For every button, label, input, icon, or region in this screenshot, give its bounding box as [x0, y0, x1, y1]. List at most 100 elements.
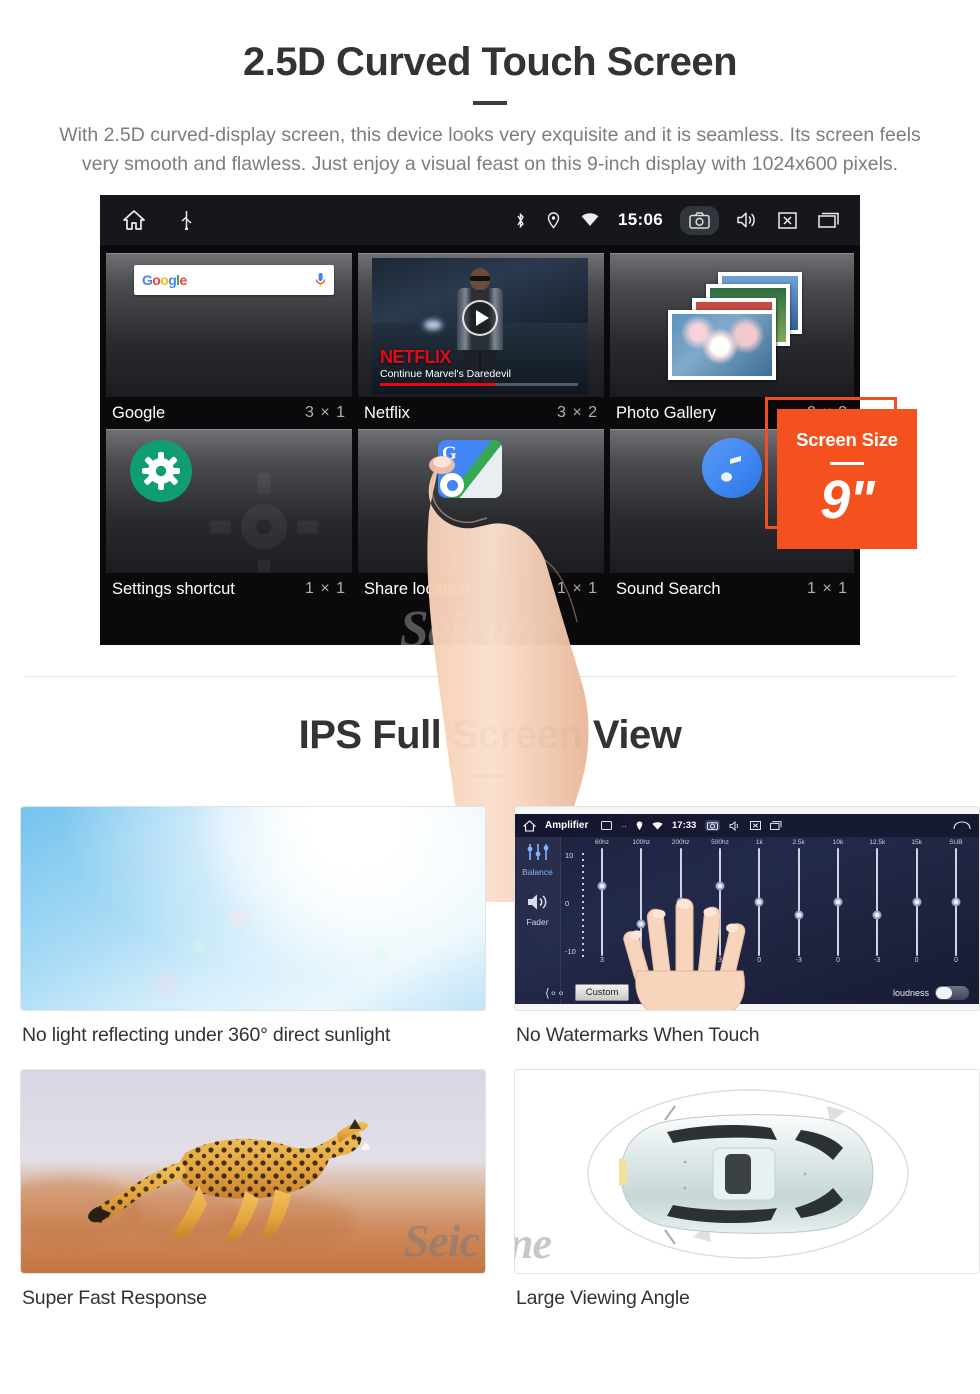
eq-freq: 15k [911, 839, 922, 846]
widget-netflix[interactable]: NETFLIX Continue Marvel's Daredevil Netf… [358, 253, 604, 429]
eq-value: 0 [836, 957, 840, 964]
widget-google-preview: Google [106, 253, 352, 397]
widget-google[interactable]: Google Google 3 × 1 [106, 253, 352, 429]
fader-button[interactable]: Fader [515, 893, 560, 927]
widget-size: 1 × 1 [806, 580, 848, 597]
section2-title: IPS Full Screen View [298, 713, 682, 757]
amplifier-clock: 17:33 [672, 820, 697, 831]
car-image: ne [514, 1069, 980, 1274]
google-maps-icon: G [438, 440, 502, 498]
progress-bar [380, 383, 578, 386]
eq-value: -3 [874, 957, 881, 964]
eq-freq: 100hz [632, 839, 651, 846]
eq-slider[interactable] [943, 848, 969, 956]
google-search-bar[interactable]: Google [134, 265, 334, 295]
widget-share-location-preview: G [358, 429, 604, 573]
eq-slider[interactable] [825, 848, 851, 956]
sd-card-icon [601, 821, 613, 830]
bluetooth-icon [511, 207, 530, 234]
close-icon[interactable] [774, 207, 801, 234]
camera-icon[interactable] [680, 205, 719, 235]
seicane-watermark: Seicane [400, 600, 562, 645]
widget-size: 1 × 1 [556, 580, 598, 597]
status-bar: 15:06 [100, 195, 860, 245]
eq-freq: 12.5k [869, 839, 886, 846]
netflix-subtitle: Continue Marvel's Daredevil [380, 368, 511, 380]
usb-icon[interactable] [176, 205, 197, 235]
loudness-toggle[interactable] [935, 985, 969, 1000]
volume-icon [729, 820, 739, 831]
back-icon[interactable]: ⟨∘∘ [545, 986, 565, 1000]
widget-size: 1 × 1 [304, 580, 346, 597]
ips-section: IPS Full Screen View No light reflecting… [0, 677, 980, 1310]
card-caption: Large Viewing Angle [516, 1287, 690, 1309]
amplifier-image: Amplifier ·· 17:33 Balance Fader 60hz 10… [514, 806, 980, 1011]
card-caption: No light reflecting under 360° direct su… [22, 1024, 391, 1046]
widget-share-location[interactable]: G Share location 1 × 1 [358, 429, 604, 605]
card-viewing-angle: ne Large Viewing Angle [514, 1069, 980, 1310]
eq-freq: 2.5k [792, 839, 805, 846]
balance-button[interactable]: Balance [515, 843, 560, 877]
screen-size-badge: Screen Size 9" [765, 397, 925, 557]
eq-freq: 500hz [711, 839, 729, 846]
eq-freq: 200hz [671, 839, 690, 846]
eq-slider[interactable] [864, 848, 890, 956]
badge-label: Screen Size [796, 429, 898, 450]
eq-slider[interactable] [904, 848, 930, 956]
widget-label: Share location [364, 579, 470, 598]
launcher-screenshot: 15:06 Google Google 3 × 1 NETFLIX Contin… [0, 195, 980, 902]
loudness-label: loudness [892, 987, 929, 998]
google-logo: Google [142, 272, 187, 288]
page-title: 2.5D Curved Touch Screen [242, 40, 738, 84]
recents-icon [770, 821, 782, 830]
eq-value: -3 [795, 957, 802, 964]
widget-grid: Google Google 3 × 1 NETFLIX Continue Mar… [100, 245, 860, 605]
eq-freq: 60hz [594, 839, 610, 846]
speaker-icon [527, 894, 546, 910]
preset-button[interactable]: Custom [574, 984, 630, 1001]
section-description: With 2.5D curved-display screen, this de… [59, 124, 921, 175]
car-top-view [587, 1089, 909, 1259]
home-icon [523, 819, 536, 832]
cheetah-image: Seic [20, 1069, 486, 1274]
curved-screen-section: 2.5D Curved Touch Screen With 2.5D curve… [0, 0, 980, 902]
badge-divider [830, 462, 864, 465]
eq-value: 0 [914, 957, 919, 964]
eq-value: 3 [600, 957, 604, 964]
camera-icon[interactable] [705, 820, 721, 831]
widget-label: Photo Gallery [616, 403, 716, 422]
widget-label: Sound Search [616, 579, 721, 598]
volume-icon[interactable] [732, 206, 761, 234]
location-icon [636, 821, 643, 830]
wifi-icon [652, 821, 663, 829]
widget-netflix-preview: NETFLIX Continue Marvel's Daredevil [358, 253, 604, 397]
widget-label: Netflix [364, 403, 410, 422]
gear-watermark-icon [210, 473, 318, 573]
music-note-icon [702, 438, 762, 498]
widget-settings-preview [106, 429, 352, 573]
card-no-watermark: Amplifier ·· 17:33 Balance Fader 60hz 10… [514, 806, 980, 1047]
running-cheetah [87, 1118, 370, 1243]
title-underline [473, 101, 507, 105]
hand-overlay [623, 898, 746, 1010]
amplifier-side-panel: Balance Fader [515, 837, 561, 1004]
section2-underline [473, 774, 507, 778]
eq-freq: SUB [949, 839, 963, 846]
card-caption: No Watermarks When Touch [516, 1024, 760, 1046]
back-arrow-icon [953, 821, 971, 830]
android-launcher: 15:06 Google Google 3 × 1 NETFLIX Contin… [100, 195, 860, 645]
widget-label: Google [112, 403, 166, 422]
status-bar-clock: 15:06 [618, 210, 663, 229]
netflix-brand: NETFLIX [380, 347, 451, 367]
play-icon[interactable] [462, 300, 498, 336]
recents-icon[interactable] [814, 207, 844, 234]
widget-label: Settings shortcut [112, 579, 235, 598]
card-fast-response: Seic Super Fast Response [20, 1069, 486, 1310]
sky-image [20, 806, 486, 1011]
eq-slider[interactable] [786, 848, 812, 956]
widget-settings-shortcut[interactable]: Settings shortcut 1 × 1 [106, 429, 352, 605]
eq-frequency-labels: 60hz 100hz 200hz 500hz 1k 2.5k 10k 12.5k [563, 839, 973, 846]
eq-slider[interactable] [589, 848, 615, 956]
photo-stack-icon [662, 270, 822, 382]
home-icon[interactable] [118, 204, 150, 236]
